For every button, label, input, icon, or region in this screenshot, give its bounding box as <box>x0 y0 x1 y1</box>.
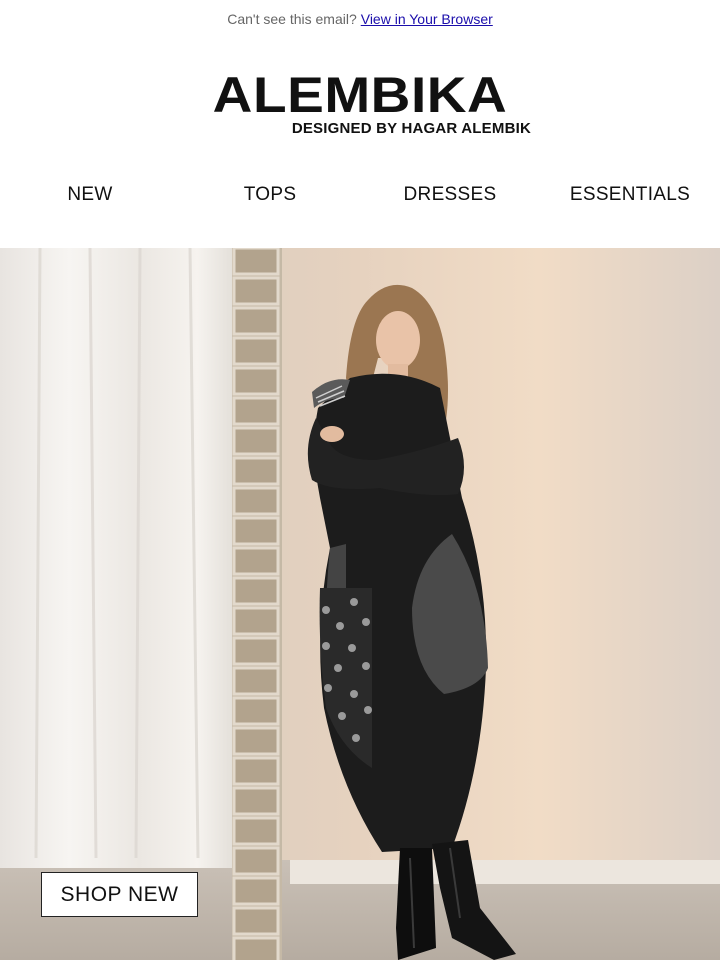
brand-logo[interactable]: ALEMBIKA DESIGNED BY HAGAR ALEMBIK <box>0 38 720 160</box>
nav-item-essentials[interactable]: ESSENTIALS <box>540 184 720 206</box>
brand-tagline: DESIGNED BY HAGAR ALEMBIK <box>291 120 531 137</box>
hero-banner[interactable]: SHOP NEW <box>0 248 720 960</box>
shop-new-button[interactable]: SHOP NEW <box>41 872 198 917</box>
main-nav: NEW TOPS DRESSES ESSENTIALS <box>0 160 720 230</box>
nav-item-new[interactable]: NEW <box>0 184 180 206</box>
hero-image <box>0 248 720 960</box>
nav-item-dresses[interactable]: DRESSES <box>360 184 540 206</box>
nav-item-tops[interactable]: TOPS <box>180 184 360 206</box>
brand-name: ALEMBIKA <box>212 67 508 123</box>
preheader: Can't see this email? View in Your Brows… <box>0 0 720 38</box>
view-in-browser-link[interactable]: View in Your Browser <box>361 11 493 27</box>
preheader-text: Can't see this email? <box>227 11 357 27</box>
